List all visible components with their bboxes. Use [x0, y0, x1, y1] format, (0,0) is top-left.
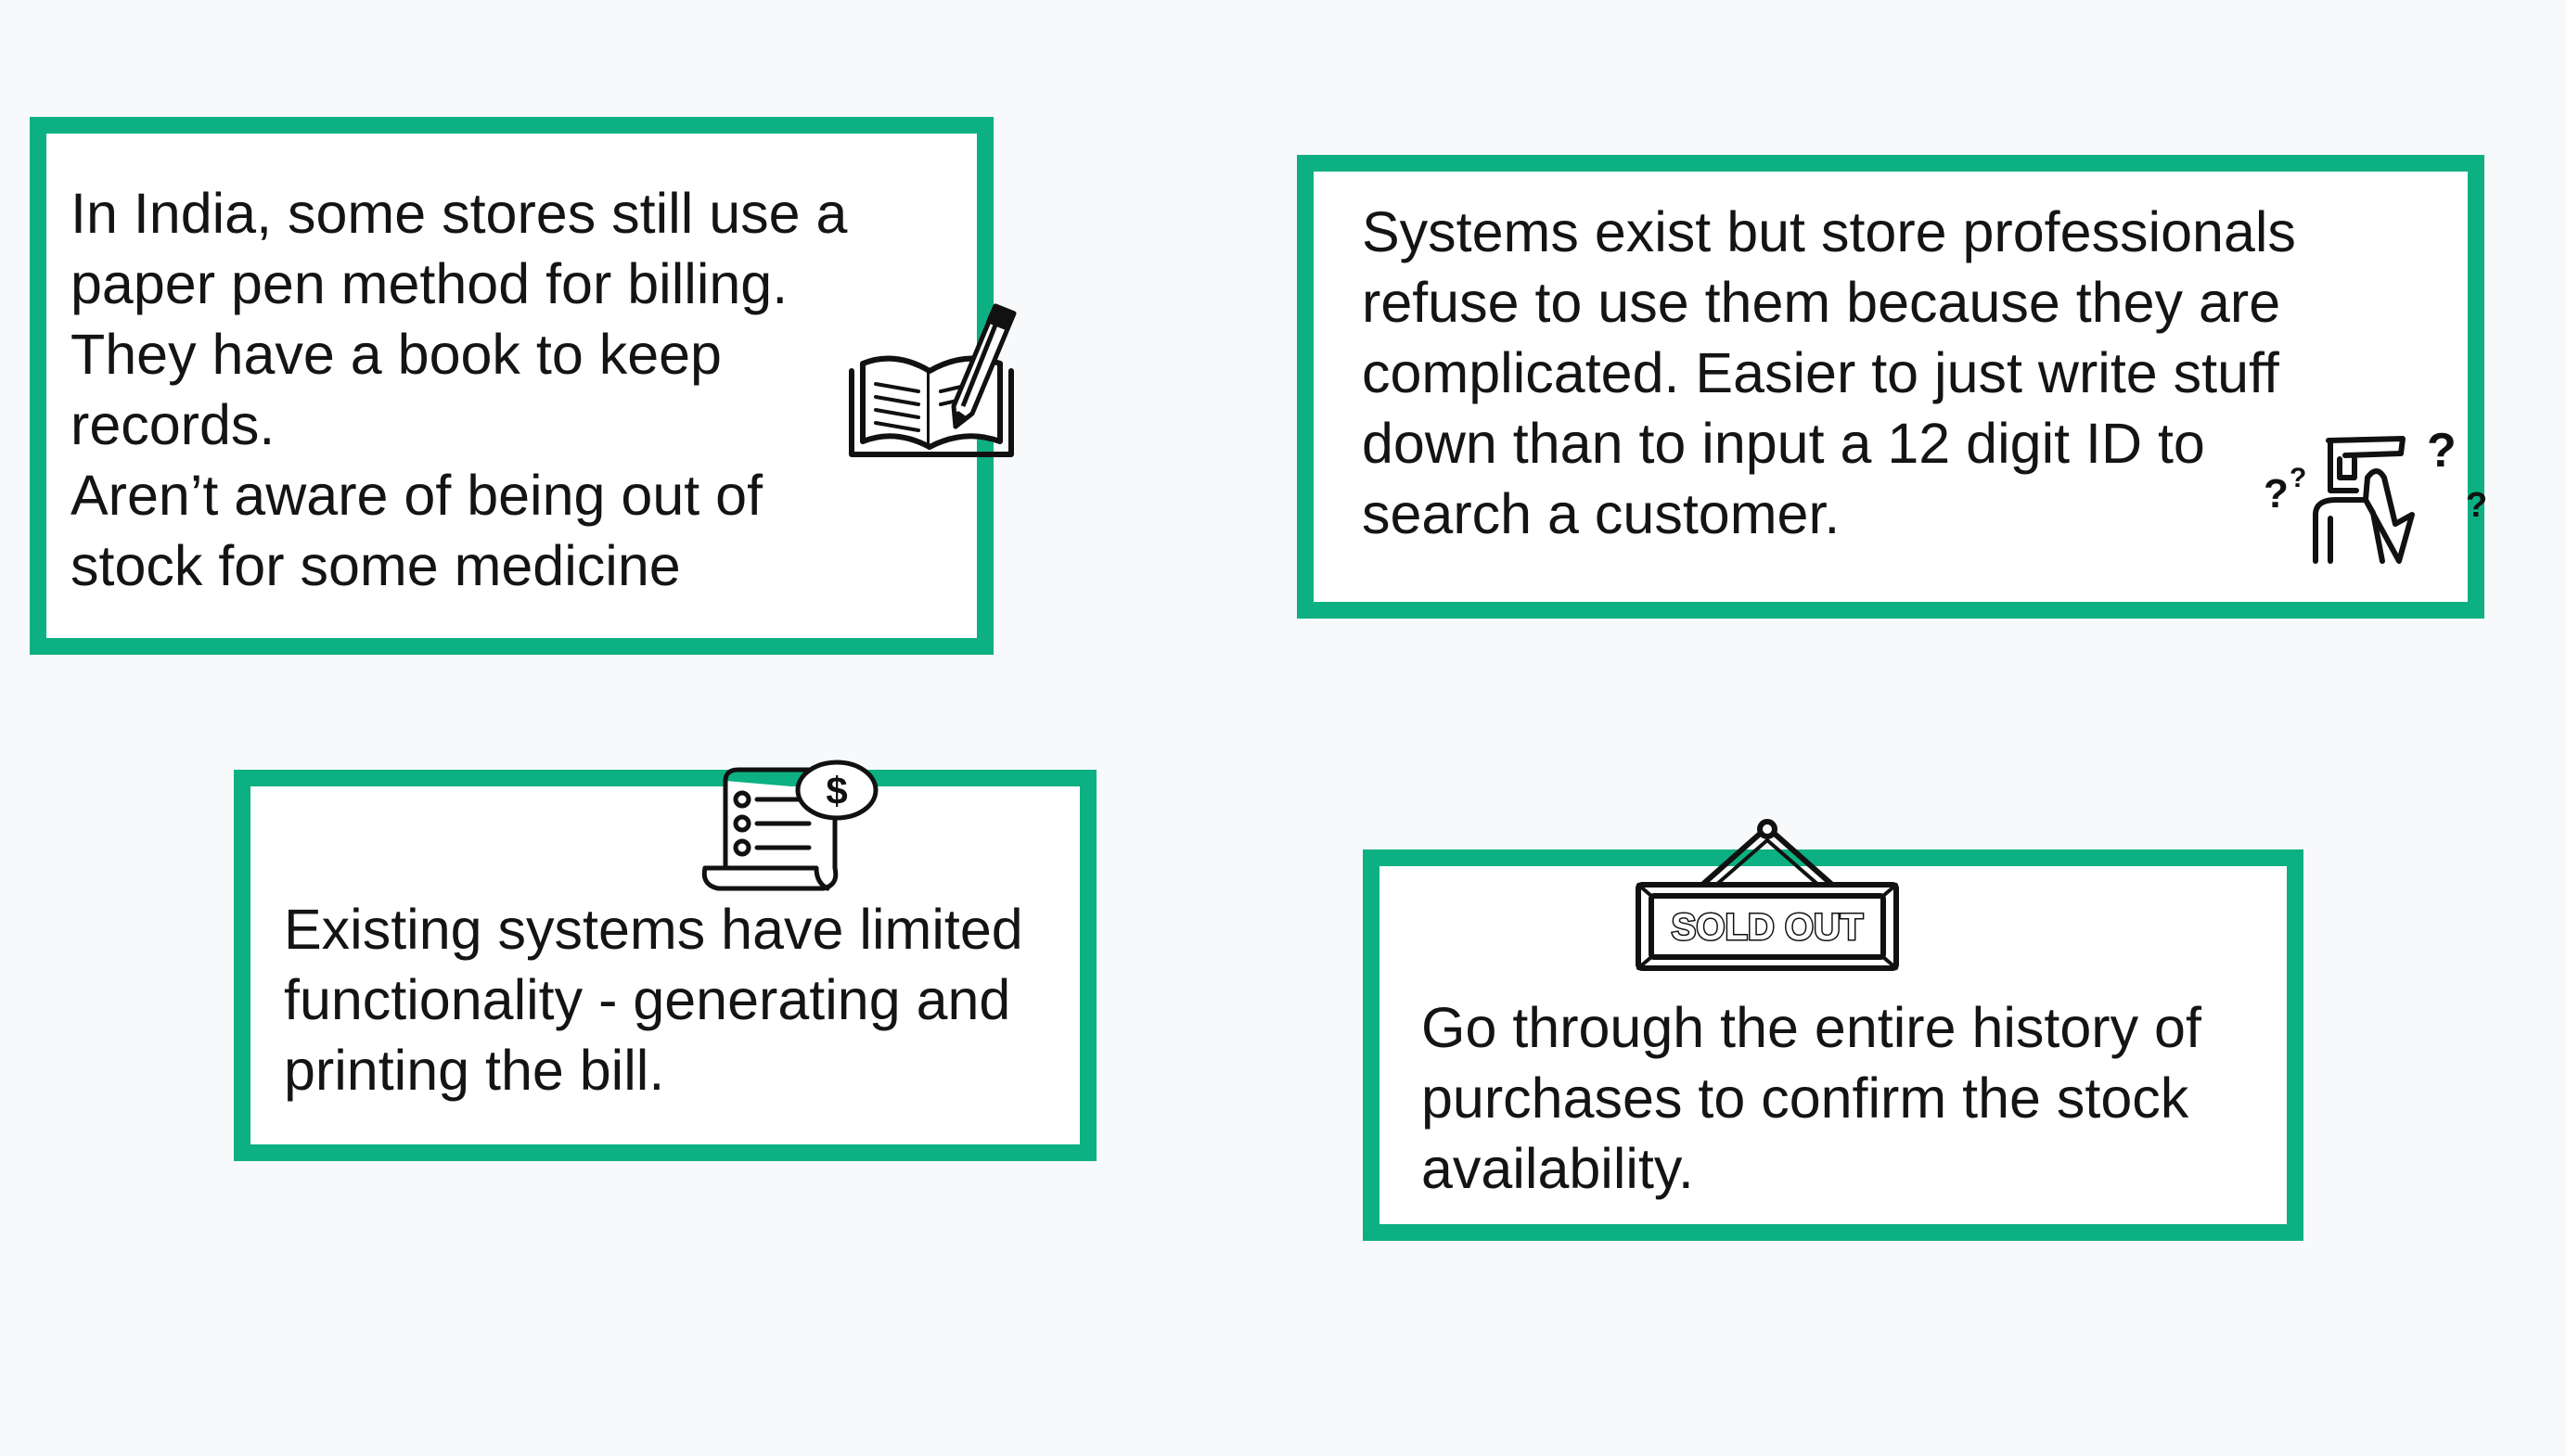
dollar-sign-text: $	[826, 769, 847, 812]
text-line: availability.	[1421, 1137, 1694, 1200]
card-complicated-systems-text: Systems exist but store professionals re…	[1362, 197, 2296, 549]
confused-person-icon: ? ? ? ?	[2264, 424, 2487, 564]
card-paper-billing-text: In India, some stores still use a paper …	[71, 178, 847, 601]
text-line: complicated. Easier to just write stuff	[1362, 341, 2279, 404]
text-line: down than to input a 12 digit ID to	[1362, 412, 2205, 475]
text-line: functionality - generating and	[284, 968, 1011, 1031]
text-line: stock for some medicine	[71, 534, 681, 597]
text-line: printing the bill.	[284, 1039, 665, 1102]
text-line: Aren’t aware of being out of	[71, 464, 763, 527]
text-line: refuse to use them because they are	[1362, 271, 2281, 334]
sold-out-sign-icon: SOLD OUT	[1636, 819, 1899, 971]
text-line: records.	[71, 393, 276, 456]
text-line: search a customer.	[1362, 482, 1841, 545]
sold-out-label: SOLD OUT	[1672, 907, 1864, 948]
text-line: purchases to confirm the stock	[1421, 1066, 2189, 1130]
question-mark-text: ?	[2290, 463, 2306, 493]
card-limited-functionality-text: Existing systems have limited functional…	[284, 894, 1023, 1105]
question-mark-text: ?	[2264, 471, 2289, 517]
question-mark-text: ?	[2466, 486, 2487, 525]
text-line: In India, some stores still use a	[71, 182, 848, 245]
receipt-dollar-icon: $	[701, 760, 879, 891]
text-line: paper pen method for billing.	[71, 252, 789, 315]
card-stock-history-text: Go through the entire history of purchas…	[1421, 992, 2201, 1204]
book-and-pencil-icon	[849, 303, 1017, 457]
text-line: Existing systems have limited	[284, 898, 1023, 961]
text-line: Systems exist but store professionals	[1362, 200, 2296, 263]
text-line: Go through the entire history of	[1421, 996, 2201, 1059]
text-line: They have a book to keep	[71, 323, 722, 386]
question-mark-text: ?	[2427, 424, 2457, 478]
